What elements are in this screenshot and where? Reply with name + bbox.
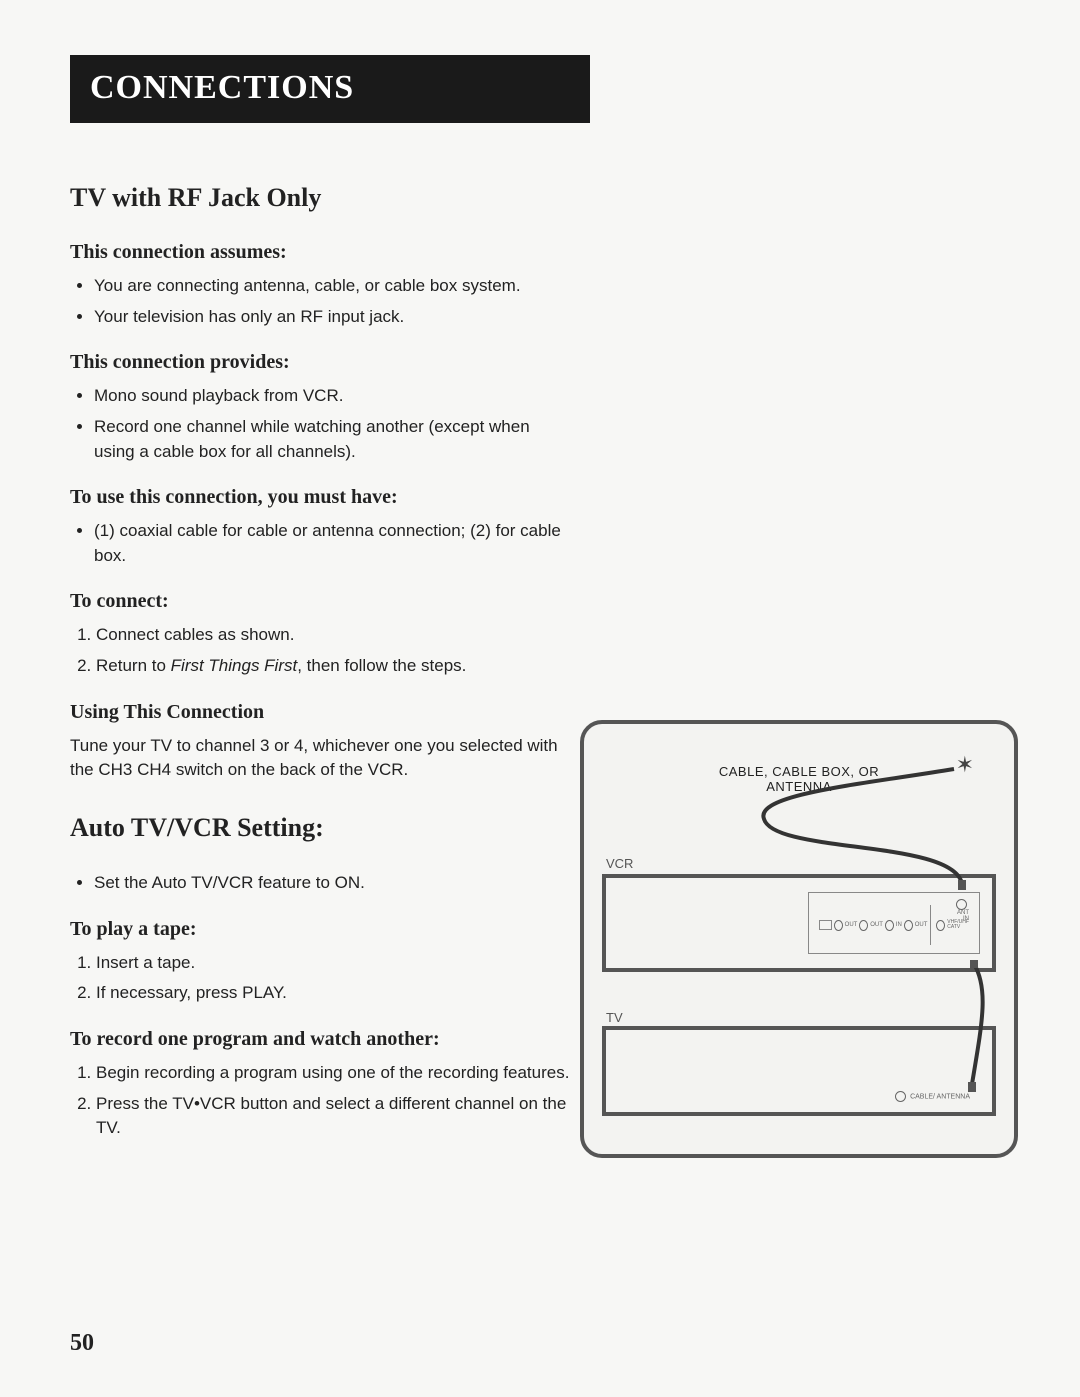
play-list: Insert a tape. If necessary, press PLAY. xyxy=(70,951,570,1006)
divider xyxy=(930,905,931,945)
connect-list: Connect cables as shown. Return to First… xyxy=(70,623,570,678)
content-column: TV with RF Jack Only This connection ass… xyxy=(70,183,570,1141)
panel-bottom-row: OUT OUT IN OUT VHF/UHFCATV xyxy=(819,905,969,945)
page-number: 50 xyxy=(70,1330,94,1357)
list-item: If necessary, press PLAY. xyxy=(96,981,570,1006)
using-body: Tune your TV to channel 3 or 4, whicheve… xyxy=(70,734,570,783)
using-title: Using This Connection xyxy=(70,701,570,724)
tv-jack: CABLE/ ANTENNA xyxy=(893,1091,970,1102)
vcr-back-panel: R -AUDIO- L VIDEO ANT IN ANTIN OUT OUT I… xyxy=(808,892,980,954)
list-item: Return to First Things First, then follo… xyxy=(96,654,570,679)
jack-label: OUT xyxy=(915,922,928,928)
jack-label: OUT xyxy=(845,922,858,928)
jack-label: VHF/UHFCATV xyxy=(947,920,969,930)
jack-icon xyxy=(895,1091,906,1102)
auto-title: Auto TV/VCR Setting: xyxy=(70,813,570,843)
jack-label: OUT xyxy=(870,922,883,928)
tv-label: TV xyxy=(606,1010,623,1025)
provides-title: This connection provides: xyxy=(70,351,570,374)
provides-list: Mono sound playback from VCR. Record one… xyxy=(70,384,570,464)
page-header: CONNECTIONS xyxy=(70,55,590,123)
diagram-top-label: CABLE, CABLE BOX, OR ANTENNA xyxy=(692,764,907,794)
assumes-list: You are connecting antenna, cable, or ca… xyxy=(70,274,570,329)
italic-ref: First Things First xyxy=(171,656,298,675)
assumes-title: This connection assumes: xyxy=(70,241,570,264)
jack-icon xyxy=(885,920,894,931)
list-item: Begin recording a program using one of t… xyxy=(96,1061,570,1086)
jack-icon xyxy=(834,920,843,931)
tv-jack-label: CABLE/ ANTENNA xyxy=(910,1094,970,1101)
section-title: TV with RF Jack Only xyxy=(70,183,570,213)
list-item: Mono sound playback from VCR. xyxy=(94,384,570,409)
connect-step-2b: , then follow the steps. xyxy=(297,656,466,675)
list-item: You are connecting antenna, cable, or ca… xyxy=(94,274,570,299)
manual-page: CONNECTIONS TV with RF Jack Only This co… xyxy=(0,0,1080,1397)
vcr-box: R -AUDIO- L VIDEO ANT IN ANTIN OUT OUT I… xyxy=(602,874,996,972)
list-item: Connect cables as shown. xyxy=(96,623,570,648)
list-item: Insert a tape. xyxy=(96,951,570,976)
connect-title: To connect: xyxy=(70,590,570,613)
antenna-icon: ✶ xyxy=(956,752,974,778)
jack-icon xyxy=(904,920,913,931)
jack-icon xyxy=(936,920,945,931)
must-have-title: To use this connection, you must have: xyxy=(70,486,570,509)
list-item: (1) coaxial cable for cable or antenna c… xyxy=(94,519,570,568)
connect-step-2a: Return to xyxy=(96,656,171,675)
auto-list: Set the Auto TV/VCR feature to ON. xyxy=(70,871,570,896)
jack-icon xyxy=(859,920,868,931)
record-list: Begin recording a program using one of t… xyxy=(70,1061,570,1141)
jack-label: IN xyxy=(896,922,902,928)
record-title: To record one program and watch another: xyxy=(70,1028,570,1051)
vcr-label: VCR xyxy=(606,856,633,871)
list-item: Press the TV•VCR button and select a dif… xyxy=(96,1092,570,1141)
tv-box: CABLE/ ANTENNA xyxy=(602,1026,996,1116)
must-have-list: (1) coaxial cable for cable or antenna c… xyxy=(70,519,570,568)
switch-icon xyxy=(819,920,832,930)
play-title: To play a tape: xyxy=(70,918,570,941)
list-item: Record one channel while watching anothe… xyxy=(94,415,570,464)
list-item: Your television has only an RF input jac… xyxy=(94,305,570,330)
list-item: Set the Auto TV/VCR feature to ON. xyxy=(94,871,570,896)
connection-diagram: CABLE, CABLE BOX, OR ANTENNA ✶ VCR R -AU… xyxy=(580,720,1018,1158)
